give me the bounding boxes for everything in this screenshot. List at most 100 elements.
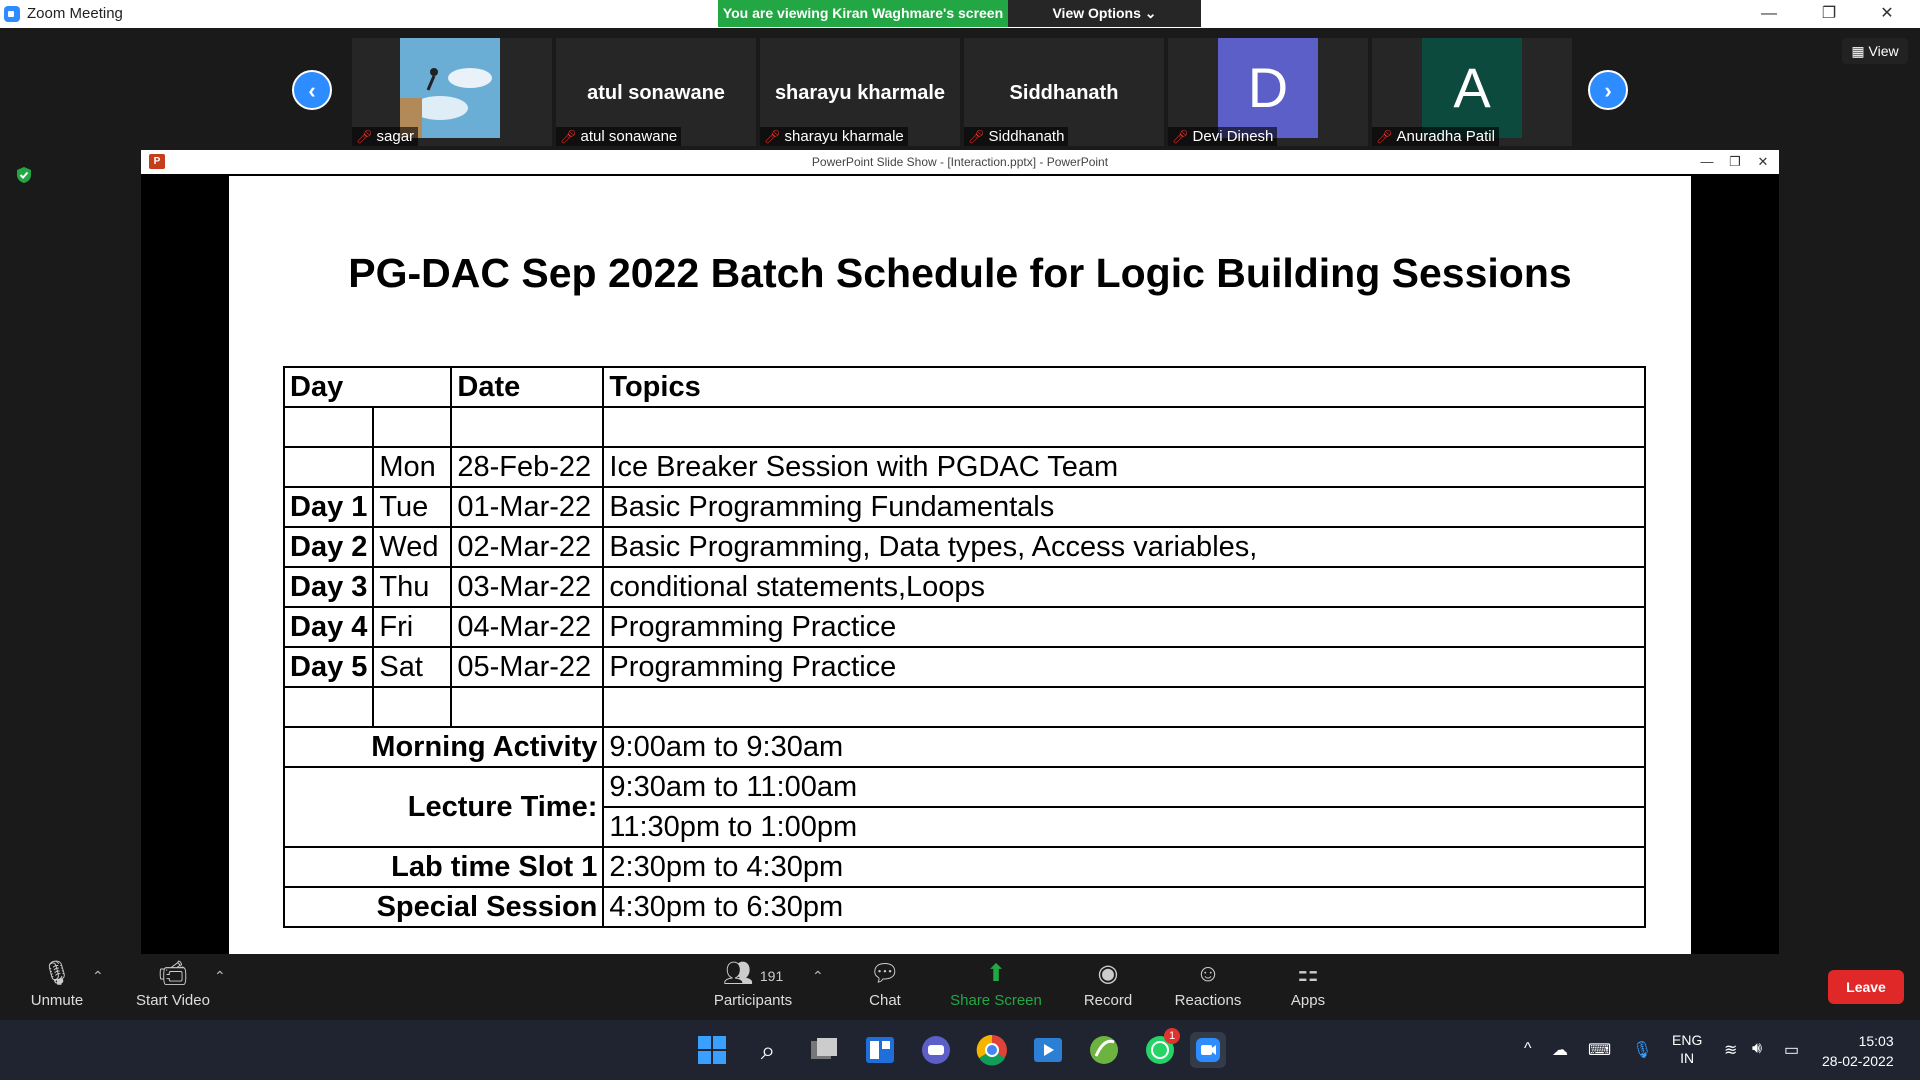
weekday-cell: Sat [372,646,453,688]
volume-icon[interactable]: 🔊︎ [1752,1040,1762,1058]
slide: PG-DAC Sep 2022 Batch Schedule for Logic… [229,176,1691,954]
share-screen-button[interactable]: ⬆︎ Share Screen [941,960,1051,1018]
task-view-icon[interactable] [806,1032,842,1068]
participant-display-name: Siddhanath [1009,82,1119,104]
next-page-button[interactable]: › [1588,70,1628,110]
mic-muted-icon: 🎤︎ [968,129,985,144]
video-options-caret[interactable]: ⌃ [214,968,226,985]
reactions-button[interactable]: ☺ Reactions [1153,960,1263,1018]
topic-cell: Ice Breaker Session with PGDAC Team [602,446,1646,488]
teams-chat-icon[interactable] [918,1032,954,1068]
participant-name: 🎤︎ Siddhanath [964,127,1069,146]
timing-value: 9:00am to 9:30am [602,726,1646,768]
mic-muted-icon: 🎤︎ [1376,129,1393,144]
widgets-icon[interactable] [862,1032,898,1068]
apps-button[interactable]: ⚏ Apps [1253,960,1363,1018]
date-cell: 02-Mar-22 [450,526,605,568]
timing-value: 2:30pm to 4:30pm [602,846,1646,888]
apps-icon: ⚏ [1297,960,1319,987]
ppt-restore-button[interactable]: ❐ [1723,152,1747,172]
mic-muted-icon: 🎤︎ [1172,129,1189,144]
participants-options-caret[interactable]: ⌃ [812,968,824,985]
clock[interactable]: 15:03 28-02-2022 [1822,1031,1894,1071]
reactions-icon: ☺ [1195,960,1221,987]
timing-row: Special Session 4:30pm to 6:30pm [282,886,1646,928]
participant-tile-atul[interactable]: atul sonawane 🎤︎ atul sonawane [556,38,756,146]
timing-label: Lecture Time: [282,766,605,848]
weekday-cell: Thu [372,566,453,608]
timing-row: Morning Activity 9:00am to 9:30am [282,726,1646,768]
view-options-button[interactable]: View Options ⌄ [1008,0,1201,27]
onedrive-icon[interactable]: ☁ [1552,1040,1568,1060]
weekday-cell: Wed [372,526,453,568]
chrome-icon[interactable] [974,1032,1010,1068]
table-row: Day 3 Thu 03-Mar-22 conditional statemen… [282,566,1646,608]
powerpoint-title-bar: P PowerPoint Slide Show - [Interaction.p… [141,150,1779,174]
leave-button[interactable]: Leave [1828,970,1904,1004]
search-icon[interactable]: ⌕ [750,1032,786,1068]
timing-label: Lab time Slot 1 [282,846,605,888]
participant-tile-siddhanath[interactable]: Siddhanath 🎤︎ Siddhanath [964,38,1164,146]
mic-muted-icon: 🎤︎ [764,129,781,144]
participant-tile-devi[interactable]: D 🎤︎ Devi Dinesh [1168,38,1368,146]
participant-name: 🎤︎ Devi Dinesh [1168,127,1278,146]
close-button[interactable]: ✕ [1862,2,1912,26]
table-header-row: Day Date Topics [282,366,1646,408]
date-cell: 01-Mar-22 [450,486,605,528]
participants-icon: 👥︎ 191 [722,960,784,987]
day-cell: Day 4 [282,606,375,648]
mic-muted-icon: 🎤︎ [356,129,373,144]
header-date: Date [450,366,605,408]
keyboard-icon[interactable]: ⌨ [1588,1040,1611,1060]
participant-name: 🎤︎ sharayu kharmale [760,127,908,146]
audio-options-caret[interactable]: ⌃ [92,968,104,985]
avatar: A [1422,38,1522,138]
chat-icon: 💬︎ [869,960,901,987]
chat-button[interactable]: 💬︎ Chat [830,960,940,1018]
wifi-icon[interactable]: ≋ [1724,1040,1737,1060]
participant-tile-sharayu[interactable]: sharayu kharmale 🎤︎ sharayu kharmale [760,38,960,146]
video-app-icon[interactable] [1030,1032,1066,1068]
view-layout-button[interactable]: ▦ View [1842,38,1908,64]
day-cell: Day 3 [282,566,375,608]
table-row-empty [282,406,1646,448]
battery-icon[interactable]: ▭ [1784,1040,1799,1060]
timing-label: Morning Activity [282,726,605,768]
table-row: Day 5 Sat 05-Mar-22 Programming Practice [282,646,1646,688]
microphone-icon[interactable]: 🎙︎ [1632,1040,1652,1060]
prev-page-button[interactable]: ‹ [292,70,332,110]
language-indicator[interactable]: ENG IN [1672,1031,1702,1067]
start-video-button[interactable]: 📹︎ Start Video [118,960,228,1018]
video-off-icon: 📹︎ [157,960,189,987]
day-cell [282,446,375,488]
table-row: Day 2 Wed 02-Mar-22 Basic Programming, D… [282,526,1646,568]
whatsapp-icon[interactable]: 1 [1142,1028,1180,1068]
participants-button[interactable]: 👥︎ 191 Participants [698,960,808,1018]
notification-badge: 1 [1164,1028,1180,1044]
zoom-taskbar-icon[interactable] [1190,1032,1226,1068]
day-cell: Day 1 [282,486,375,528]
participant-display-name: atul sonawane [587,82,725,104]
topic-cell: Programming Practice [602,646,1646,688]
spring-tool-icon[interactable] [1086,1032,1122,1068]
topic-cell: conditional statements,Loops [602,566,1646,608]
record-icon: ◉ [1097,960,1119,987]
profile-photo-icon [400,38,500,138]
minimize-button[interactable]: — [1744,2,1794,26]
timing-value: 9:30am to 11:00am [602,766,1646,808]
participant-tile-sagar[interactable]: 🎤︎ sagar [352,38,552,146]
chevron-up-icon[interactable]: ^ [1524,1040,1532,1058]
participant-tile-anuradha[interactable]: A 🎤︎ Anuradha Patil [1372,38,1572,146]
record-button[interactable]: ◉ Record [1053,960,1163,1018]
table-row-empty [282,686,1646,728]
ppt-minimize-button[interactable]: — [1695,152,1719,172]
security-shield-icon [17,167,31,183]
weekday-cell: Tue [372,486,453,528]
restore-button[interactable]: ❐ [1804,2,1854,26]
app-title: Zoom Meeting [27,5,123,22]
ppt-close-button[interactable]: ✕ [1751,152,1775,172]
table-row: Day 4 Fri 04-Mar-22 Programming Practice [282,606,1646,648]
powerpoint-window-title: PowerPoint Slide Show - [Interaction.ppt… [811,155,1109,169]
avatar: D [1218,38,1318,138]
start-icon[interactable] [694,1032,730,1068]
